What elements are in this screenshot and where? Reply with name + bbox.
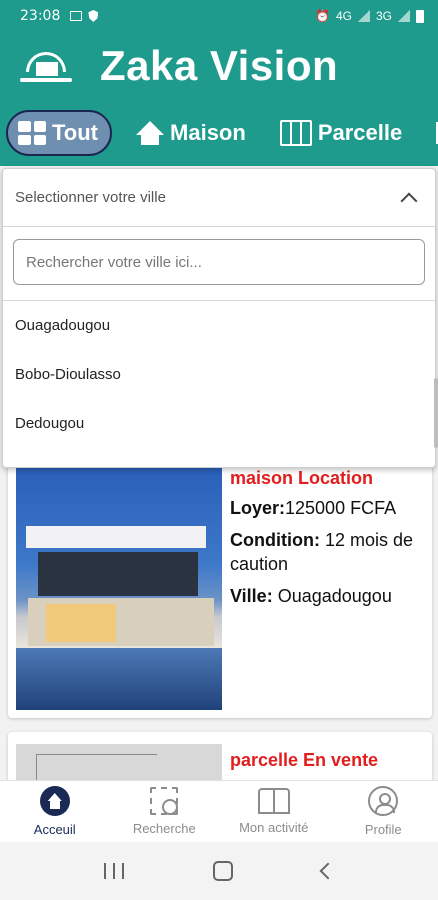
- city-value: Ouagadougou: [277, 586, 392, 606]
- city-option-ouagadougou[interactable]: Ouagadougou: [3, 301, 435, 350]
- tab-parcelle[interactable]: Parcelle: [270, 110, 412, 156]
- network-4g-label: 4G: [335, 9, 352, 23]
- bottom-navigation: Acceuil Recherche Mon activité Profile: [0, 780, 438, 842]
- scrollbar[interactable]: [434, 378, 438, 448]
- listing-card[interactable]: maison Location Loyer:125000 FCFA Condit…: [8, 450, 432, 718]
- nav-acceuil-label: Acceuil: [33, 822, 76, 837]
- status-time: 23:08: [20, 8, 61, 24]
- category-tabs: Tout Maison Parcelle: [0, 100, 438, 166]
- signal-icon: [357, 10, 370, 22]
- nav-mon-activite-label: Mon activité: [239, 820, 309, 835]
- nav-profile-label: Profile: [364, 822, 402, 837]
- map-icon: [279, 120, 312, 146]
- city-option-bobo-dioulasso[interactable]: Bobo-Dioulasso: [3, 350, 435, 399]
- alarm-icon: ⏰: [315, 9, 330, 23]
- chevron-up-icon[interactable]: [400, 192, 418, 209]
- listing-title: parcelle En vente: [230, 750, 379, 770]
- tab-maison-label: Maison: [170, 120, 246, 145]
- grid-icon: [18, 121, 46, 145]
- tab-parcelle-label: Parcelle: [317, 120, 403, 145]
- condition-label: Condition:: [230, 530, 320, 550]
- rent-label: Loyer:: [230, 498, 286, 518]
- city-label: Ville:: [230, 586, 273, 606]
- nav-recherche[interactable]: Recherche: [110, 781, 220, 842]
- city-search-input[interactable]: [13, 239, 425, 285]
- city-option-dedougou[interactable]: Dedougou: [3, 399, 435, 448]
- rent-value: 125000 FCFA: [285, 498, 397, 518]
- city-dropdown[interactable]: Selectionner votre ville Ouagadougou Bob…: [2, 168, 436, 468]
- network-3g-label: 3G: [375, 9, 392, 23]
- app-title: Zaka Vision: [100, 42, 339, 89]
- signal-icon-2: [398, 10, 410, 22]
- city-options-list: Ouagadougou Bobo-Dioulasso Dedougou: [3, 301, 435, 448]
- tab-tout[interactable]: Tout: [6, 110, 113, 156]
- tab-tout-label: Tout: [52, 120, 99, 145]
- system-home-icon[interactable]: [212, 861, 233, 881]
- image-search-icon: [150, 787, 179, 815]
- home-circle-icon: [39, 786, 70, 816]
- recent-apps-icon[interactable]: [104, 863, 125, 879]
- nav-acceuil[interactable]: Acceuil: [0, 781, 110, 842]
- nav-profile[interactable]: Profile: [329, 781, 438, 842]
- listing-card[interactable]: parcelle En vente: [8, 732, 432, 780]
- listing-title: maison Location: [230, 468, 374, 488]
- nav-recherche-label: Recherche: [132, 821, 196, 836]
- zaka-vision-logo-icon: [18, 44, 74, 88]
- city-select-placeholder: Selectionner votre ville: [15, 189, 166, 206]
- gallery-notification-icon: [70, 11, 83, 21]
- back-icon[interactable]: [319, 862, 337, 880]
- status-bar: 23:08 ⏰ 4G 3G: [0, 0, 438, 32]
- open-book-icon: [257, 788, 290, 814]
- listing-photo: [16, 744, 222, 780]
- tab-maison[interactable]: Maison: [126, 110, 256, 156]
- battery-icon: [416, 9, 424, 23]
- home-icon: [136, 121, 164, 145]
- tab-next-partial[interactable]: [426, 110, 438, 156]
- system-navigation-bar: [0, 842, 438, 900]
- nav-mon-activite[interactable]: Mon activité: [219, 781, 329, 842]
- shield-notification-icon: [88, 10, 99, 22]
- city-select-header[interactable]: Selectionner votre ville: [3, 169, 435, 227]
- account-circle-icon: [368, 786, 399, 816]
- app-header: Zaka Vision: [0, 32, 438, 100]
- listing-photo: [16, 466, 222, 710]
